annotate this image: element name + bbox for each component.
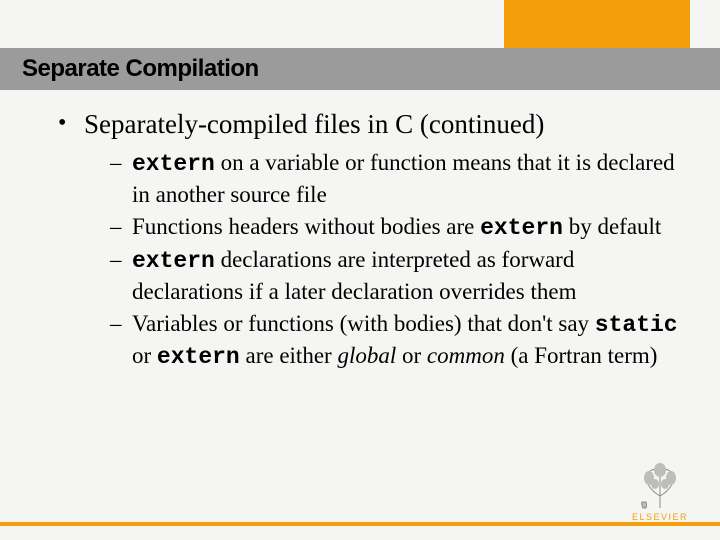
tree-icon xyxy=(635,462,685,510)
sub-bullet-item: extern declarations are interpreted as f… xyxy=(110,245,680,307)
text-run: Functions headers without bodies are xyxy=(132,214,480,239)
text-run: static xyxy=(595,312,678,338)
bullet-text: Separately-compiled files in C (continue… xyxy=(84,109,544,139)
bullet-item: Separately-compiled files in C (continue… xyxy=(56,108,680,373)
decorative-orange-block xyxy=(504,0,690,48)
content-area: Separately-compiled files in C (continue… xyxy=(56,108,680,379)
text-run: common xyxy=(427,343,505,368)
publisher-logo: ELSEVIER xyxy=(620,462,700,522)
sub-bullet-item: Variables or functions (with bodies) tha… xyxy=(110,309,680,373)
footer-accent-line xyxy=(0,522,720,526)
text-run: by default xyxy=(563,214,661,239)
bullet-list: Separately-compiled files in C (continue… xyxy=(56,108,680,373)
text-run: or xyxy=(396,343,427,368)
slide: Separate Compilation Separately-compiled… xyxy=(0,0,720,540)
sub-bullet-item: extern on a variable or function means t… xyxy=(110,148,680,210)
text-run: Variables or functions (with bodies) tha… xyxy=(132,311,595,336)
text-run: extern xyxy=(480,215,563,241)
publisher-name: ELSEVIER xyxy=(624,512,696,522)
sub-bullet-item: Functions headers without bodies are ext… xyxy=(110,212,680,244)
text-run: extern xyxy=(132,248,215,274)
text-run: extern xyxy=(132,151,215,177)
text-run: (a Fortran term) xyxy=(505,343,658,368)
title-bar: Separate Compilation xyxy=(0,48,720,90)
sub-bullet-list: extern on a variable or function means t… xyxy=(84,148,680,373)
text-run: or xyxy=(132,343,157,368)
text-run: extern xyxy=(157,344,240,370)
text-run: are either xyxy=(240,343,338,368)
slide-title: Separate Compilation xyxy=(22,55,259,83)
text-run: global xyxy=(337,343,396,368)
